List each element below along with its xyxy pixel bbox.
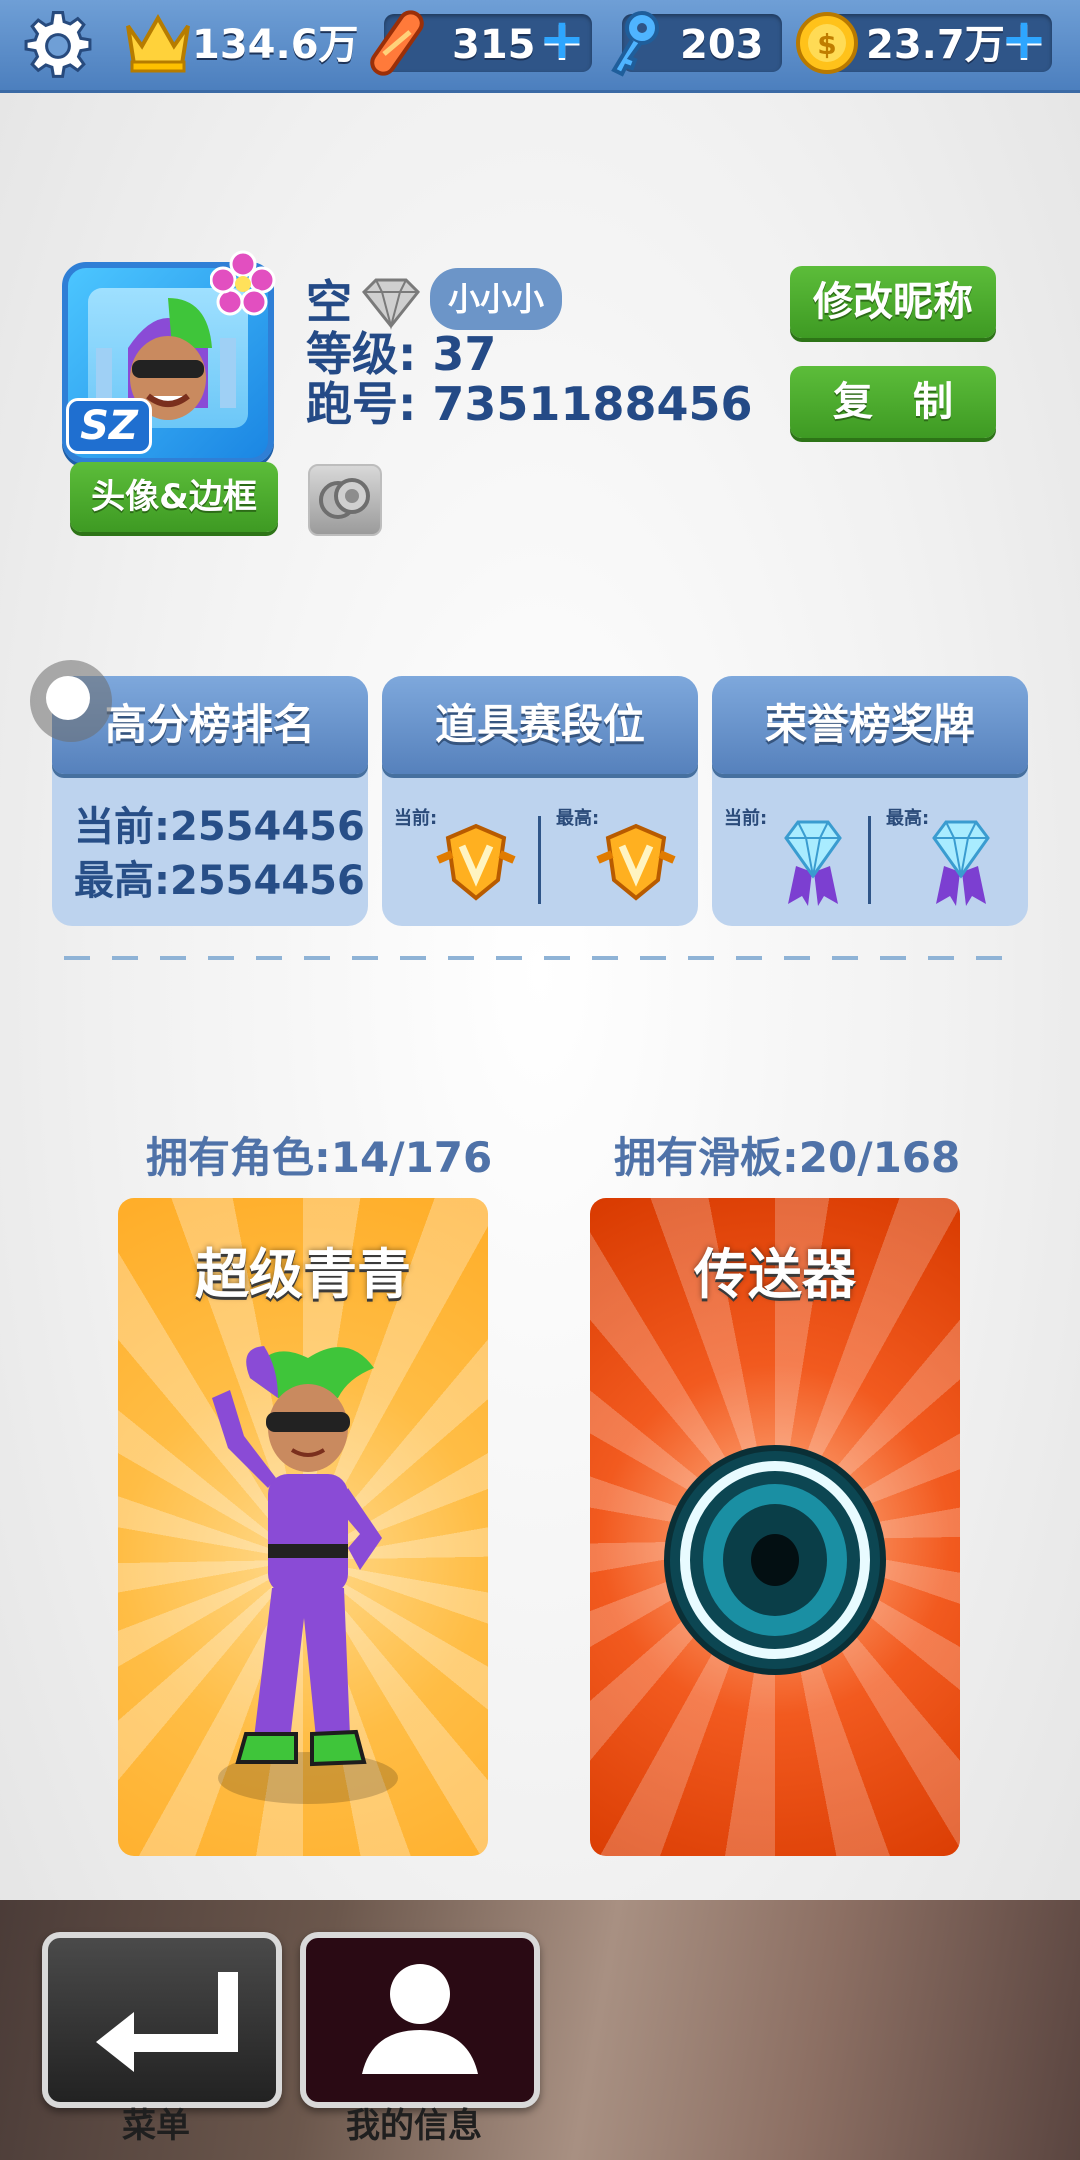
diamond-medal-icon: [784, 820, 842, 906]
board-name: 传送器: [694, 1243, 856, 1306]
player-name: 空: [306, 275, 352, 329]
item-race-card[interactable]: 道具赛段位 当前: 最高:: [382, 676, 698, 926]
menu-label: 菜单: [122, 2106, 190, 2146]
add-boards-button[interactable]: +: [538, 12, 586, 68]
avatar-frame-button[interactable]: 头像&边框: [70, 462, 278, 532]
crown-count: 134.6万: [192, 22, 359, 68]
sz-badge: SZ: [66, 398, 152, 454]
high-score-best: 最高:2554456: [74, 858, 365, 904]
key-icon: [611, 11, 659, 77]
gold-rank-medal-icon: [436, 823, 516, 901]
coin-count: 23.7万: [866, 22, 1005, 68]
menu-button[interactable]: [42, 1932, 282, 2108]
owned-characters-label: 拥有角色:14/176: [146, 1133, 493, 1182]
person-icon: [362, 1964, 478, 2074]
gold-rank-medal-best-icon: [596, 823, 676, 901]
item-race-current-label: 当前:: [394, 808, 438, 829]
edit-nickname-button[interactable]: 修改昵称: [790, 266, 996, 338]
player-level: 等级: 37: [306, 327, 497, 381]
board-count: 315: [452, 22, 536, 68]
copy-id-button[interactable]: 复 制: [790, 366, 996, 438]
board-panel[interactable]: 传送器: [590, 1198, 960, 1856]
item-race-best-label: 最高:: [556, 808, 600, 829]
add-coins-button[interactable]: +: [1000, 12, 1048, 68]
owned-boards-label: 拥有滑板:20/168: [614, 1133, 961, 1182]
teleporter-board-icon: [664, 1445, 886, 1675]
badge-icon: [319, 478, 370, 519]
character-name: 超级青青: [195, 1243, 411, 1306]
character-panel[interactable]: 超级青青: [118, 1198, 488, 1856]
return-icon: [96, 1972, 238, 2072]
diamond-medal-best-icon: [932, 820, 990, 906]
honor-card[interactable]: 荣誉榜奖牌 当前: 最高:: [712, 676, 1028, 926]
coin-icon: $: [796, 12, 858, 74]
hoverboard-icon: [370, 10, 424, 76]
honor-title: 荣誉榜奖牌: [712, 676, 1028, 774]
honor-current-label: 当前:: [724, 808, 768, 829]
crown-icon: [126, 13, 190, 73]
item-race-title: 道具赛段位: [382, 676, 698, 774]
name-tag: 小小小: [430, 268, 562, 330]
settings-gear-icon[interactable]: [20, 8, 96, 84]
divider: [868, 816, 871, 904]
divider: [538, 816, 541, 904]
runner-id: 跑号: 7351188456: [306, 377, 753, 431]
honor-best-label: 最高:: [886, 808, 930, 829]
character-figure: [212, 1346, 398, 1804]
flower-icon: [210, 250, 276, 316]
badge-slot[interactable]: [308, 464, 382, 536]
my-info-button[interactable]: [300, 1932, 540, 2108]
diamond-rank-icon: [361, 278, 421, 330]
high-score-current: 当前:2554456: [74, 804, 365, 850]
svg-text:$: $: [817, 28, 836, 61]
my-info-label: 我的信息: [346, 2106, 482, 2146]
floating-handle[interactable]: [30, 660, 112, 742]
key-count: 203: [680, 22, 764, 68]
dashed-divider: [64, 956, 1016, 960]
